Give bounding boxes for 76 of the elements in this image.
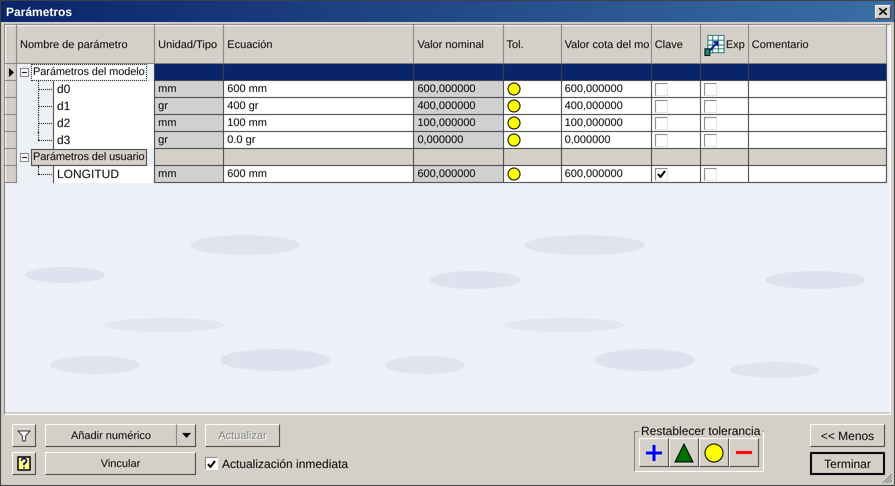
group-label[interactable]: Parámetros del usuario <box>31 148 147 166</box>
table-cell: LONGITUD <box>53 166 154 182</box>
table-cell[interactable]: 0.0 gr <box>224 132 414 148</box>
checkbox[interactable] <box>205 457 218 470</box>
checkbox[interactable] <box>654 134 668 146</box>
table-cell: mm <box>154 80 224 98</box>
finish-button[interactable]: Terminar <box>810 452 885 475</box>
column-header[interactable]: Nombre de parámetro <box>16 26 155 64</box>
table-cell: d0 <box>53 80 154 98</box>
funnel-icon <box>17 428 31 442</box>
checkmark-icon <box>207 460 216 468</box>
close-icon <box>879 8 887 15</box>
table-cell[interactable]: 600 mm <box>224 80 414 98</box>
checkbox[interactable] <box>704 116 717 130</box>
table-cell: mm <box>154 166 224 182</box>
table-cell: 400,000000 <box>561 98 652 114</box>
checkbox[interactable] <box>704 134 717 146</box>
group-row[interactable]: Parámetros del usuario <box>6 148 886 166</box>
help-icon <box>17 456 31 471</box>
table-cell: 100,000000 <box>414 114 504 132</box>
row-pointer-icon <box>9 68 14 76</box>
column-header[interactable]: Valor cota del mo <box>561 26 652 64</box>
tolerance-button[interactable] <box>639 438 669 467</box>
table-cell: 0,000000 <box>414 132 504 148</box>
dropdown-button[interactable] <box>177 424 196 447</box>
add-button[interactable]: Añadir numérico <box>45 424 177 447</box>
window-title: Parámetros <box>6 4 72 18</box>
column-header[interactable]: Tol. <box>503 26 562 64</box>
group-row[interactable]: Parámetros del modelo <box>6 64 886 80</box>
group-label[interactable]: Parámetros del modelo <box>31 64 147 80</box>
checkmark-icon <box>656 170 666 178</box>
collapse-icon[interactable] <box>20 68 29 77</box>
collapse-icon[interactable] <box>20 152 29 162</box>
column-header[interactable]: Comentario <box>748 26 886 64</box>
close-button[interactable] <box>875 4 891 18</box>
caret-icon <box>182 433 190 438</box>
checkbox[interactable] <box>654 116 668 130</box>
table-cell[interactable]: 100 mm <box>224 114 414 132</box>
help-button[interactable] <box>12 452 36 475</box>
table-cell[interactable]: 600 mm <box>224 166 414 182</box>
link-button[interactable]: Vincular <box>45 452 196 475</box>
table-cell: 600,000000 <box>561 80 652 98</box>
spreadsheet-export-icon <box>704 34 725 56</box>
resize-grip-icon[interactable] <box>882 473 893 484</box>
table-cell[interactable]: 400 gr <box>224 98 414 114</box>
table-cell: 600,000000 <box>414 166 504 182</box>
column-header[interactable]: Exp <box>726 38 745 50</box>
table-cell: 600,000000 <box>414 80 504 98</box>
checkbox-label[interactable]: Actualización inmediata <box>222 456 348 470</box>
table-cell: mm <box>154 114 224 132</box>
table-cell: gr <box>154 98 224 114</box>
filter-button[interactable] <box>12 424 36 447</box>
table-cell: 600,000000 <box>561 166 652 182</box>
checkbox[interactable] <box>654 100 668 112</box>
checkbox[interactable] <box>654 168 668 180</box>
tolerance-button[interactable] <box>699 438 729 467</box>
column-header[interactable]: Clave <box>651 26 700 64</box>
tolerance-button[interactable] <box>729 438 759 467</box>
column-header[interactable]: Valor nominal <box>414 26 504 64</box>
table-cell: d3 <box>53 132 154 148</box>
column-header[interactable]: Unidad/Tipo <box>154 26 224 64</box>
row-header <box>6 26 16 64</box>
group-title: Restablecer tolerancia <box>639 424 762 438</box>
checkbox[interactable] <box>654 82 668 96</box>
table-cell: gr <box>154 132 224 148</box>
checkbox[interactable] <box>704 82 717 96</box>
checkbox[interactable] <box>704 100 717 112</box>
table-cell: d1 <box>53 98 154 114</box>
table-cell: 0,000000 <box>561 132 652 148</box>
tolerance-button[interactable] <box>669 438 699 467</box>
less-button[interactable]: << Menos <box>810 424 885 447</box>
column-header[interactable]: Ecuación <box>224 26 414 64</box>
checkbox[interactable] <box>704 168 717 180</box>
table-cell: 100,000000 <box>561 114 652 132</box>
table-cell: 400,000000 <box>414 98 504 114</box>
table-cell: d2 <box>53 114 154 132</box>
